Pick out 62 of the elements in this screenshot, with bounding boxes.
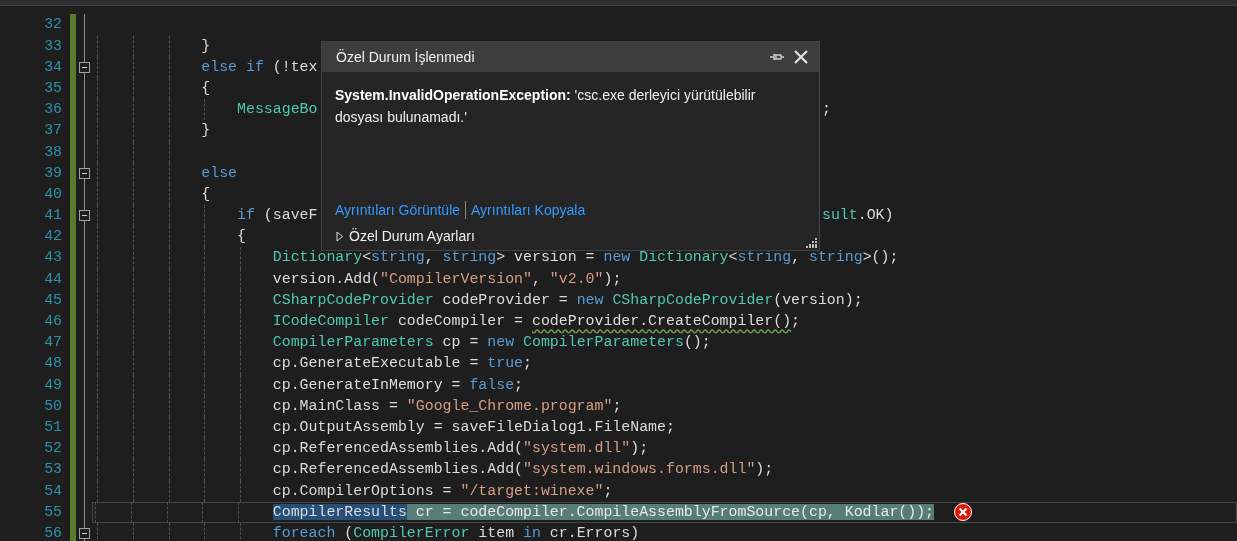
code-line: CompilerParameters cp = new CompilerParameters();	[272, 333, 711, 353]
code-line: cp.ReferencedAssemblies.Add("system.dll");	[272, 439, 649, 459]
line-number: 52	[43, 439, 62, 459]
line-number: 39	[43, 163, 62, 183]
line-number: 41	[43, 206, 62, 226]
details-link[interactable]: Ayrıntıları Kopyala	[471, 202, 586, 218]
code-line: else	[201, 163, 237, 183]
collapse-icon[interactable]	[79, 167, 90, 179]
code-line: {	[237, 227, 246, 247]
line-number: 36	[43, 100, 62, 120]
line-number: 55	[43, 502, 62, 522]
line-number: 56	[43, 523, 62, 541]
code-line: CompilerResults cr = codeCompiler.CompileAssemblyFromSource(cp, Kodlar());	[272, 502, 935, 522]
code-line: {	[201, 184, 211, 204]
line-number: 43	[43, 248, 62, 268]
line-number: 40	[43, 184, 62, 204]
code-fragment: ;	[822, 100, 831, 120]
line-number: 46	[43, 312, 62, 331]
code-line: version.Add("CompilerVersion", "v2.0");	[272, 269, 622, 289]
code-line: cp.GenerateInMemory = false;	[272, 375, 523, 395]
code-line: cp.ReferencedAssemblies.Add("system.windows.forms.dll");	[272, 460, 774, 480]
collapse-icon[interactable]	[79, 527, 90, 539]
close-icon[interactable]	[793, 49, 809, 65]
collapse-icon[interactable]	[79, 61, 90, 73]
code-line: foreach (CompilerError item in cr.Errors)	[272, 523, 640, 541]
line-number: 32	[43, 15, 62, 35]
line-number: 34	[43, 57, 62, 77]
collapsed-triangle-icon[interactable]	[335, 230, 344, 242]
code-line: }	[201, 121, 211, 141]
popup-title: Özel Durum İşlenmedi	[336, 49, 476, 65]
line-number: 35	[43, 78, 62, 98]
line-number: 53	[43, 460, 62, 480]
collapse-icon[interactable]	[79, 210, 90, 222]
line-number: 47	[43, 333, 62, 353]
line-number: 37	[43, 121, 62, 141]
line-number: 50	[43, 396, 62, 416]
line-number: 42	[43, 227, 62, 247]
code-line: ICodeCompiler codeCompiler = codeProvider.CreateCompiler();	[272, 312, 801, 331]
code-line: CSharpCodeProvider codeProvider = new CSharpCodeProvider(version);	[272, 290, 863, 310]
code-line: }	[201, 36, 211, 56]
line-number: 45	[43, 290, 62, 310]
resize-grip-icon[interactable]	[806, 237, 817, 248]
code-line: cp.CompilerOptions = "/target:winexe";	[272, 481, 613, 501]
code-line: if (saveF	[237, 206, 318, 226]
exception-settings-label[interactable]: Özel Durum Ayarları	[349, 228, 475, 244]
code-line: else if (!tex	[201, 57, 318, 77]
line-number: 38	[43, 142, 62, 162]
code-line: cp.GenerateExecutable = true;	[272, 354, 532, 374]
line-number: 51	[43, 417, 62, 437]
details-link[interactable]: Ayrıntıları Görüntüle	[335, 202, 461, 218]
line-number: 33	[43, 36, 62, 56]
code-line: MessageBo	[237, 100, 318, 120]
line-number: 49	[43, 375, 62, 395]
code-line: {	[201, 78, 211, 98]
code-line: cp.MainClass = "Google_Chrome.program";	[272, 396, 622, 416]
exception-message: System.InvalidOperationException: 'csc.exe derleyici yürütülebilir dosyası bulunamadı.'	[335, 86, 757, 127]
code-line: Dictionary<string, string> version = new Dictionary<string, string>();	[272, 248, 899, 268]
code-fragment: sult.OK)	[822, 206, 894, 226]
line-number: 48	[43, 354, 62, 374]
code-line: cp.OutputAssembly = saveFileDialog1.FileName;	[272, 417, 675, 437]
line-number: 54	[43, 481, 62, 501]
line-number: 44	[43, 269, 62, 289]
